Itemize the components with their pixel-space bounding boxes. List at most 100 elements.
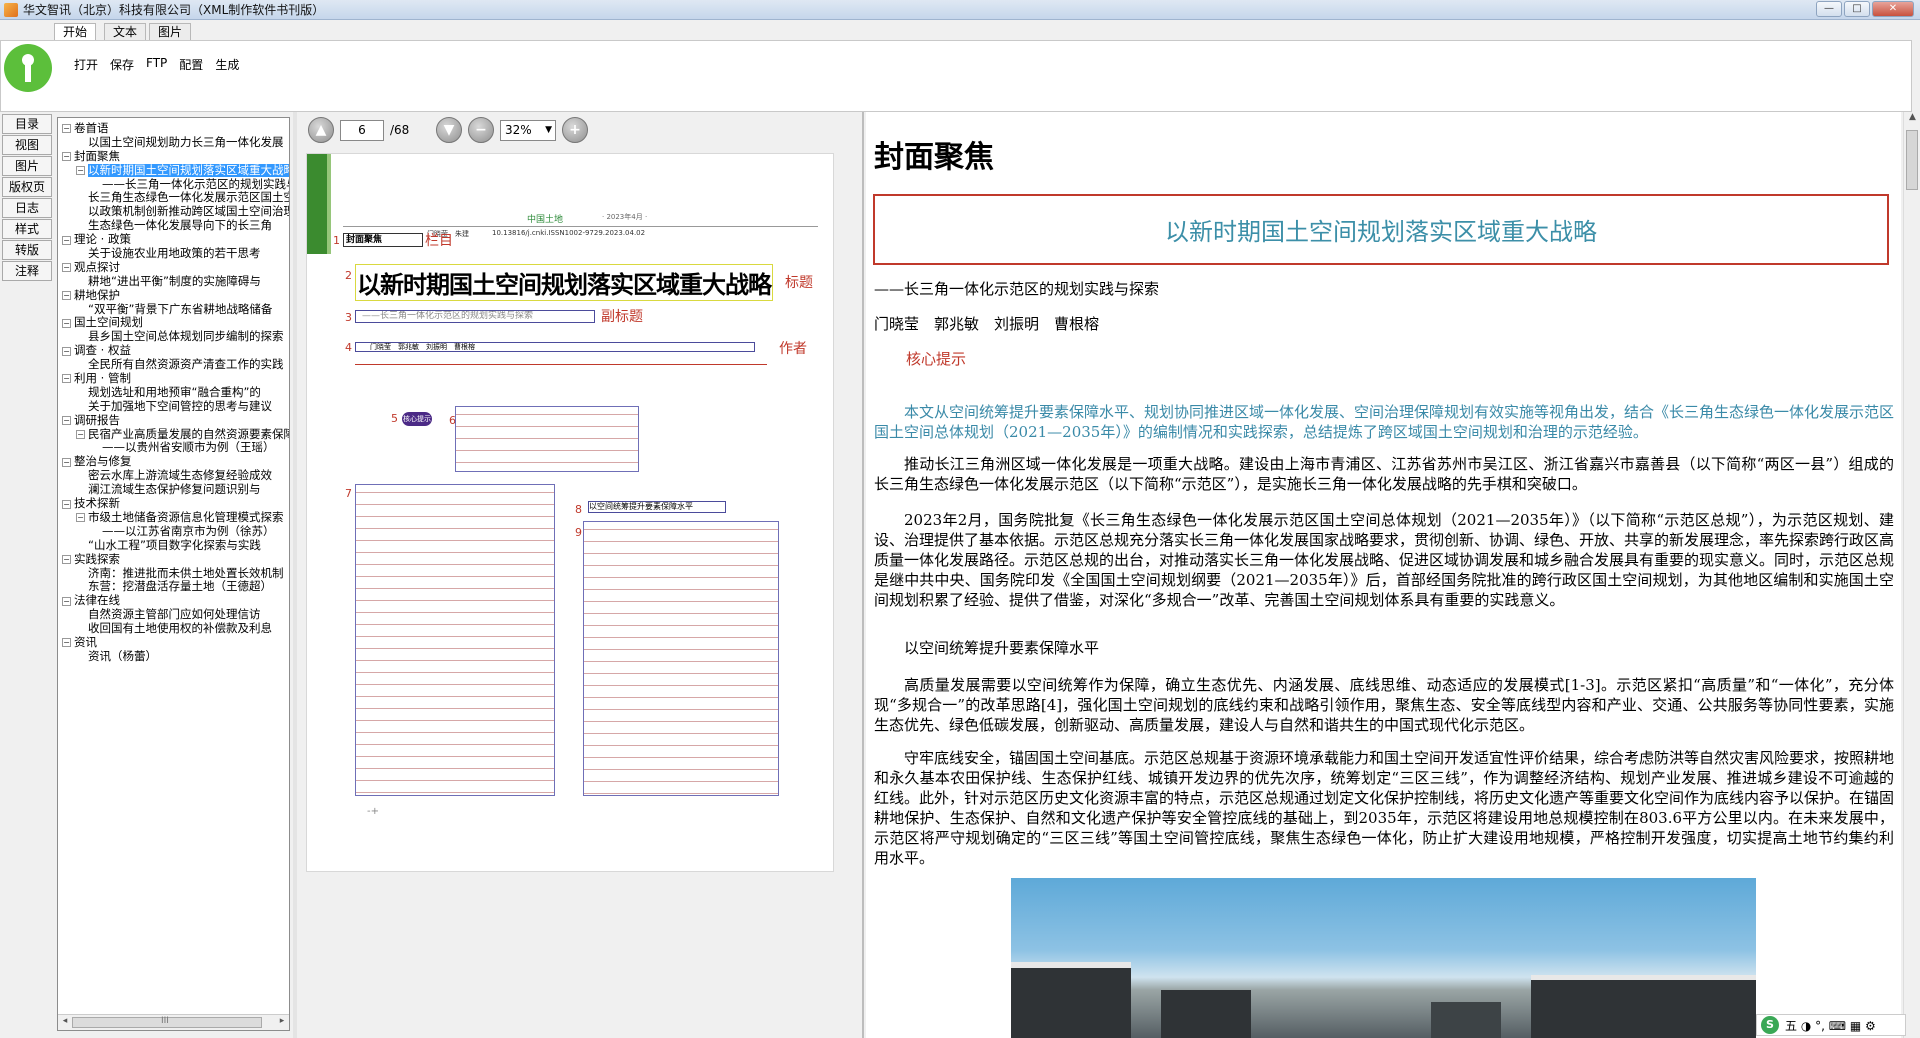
tree-node[interactable]: − 整治与修复 xyxy=(58,455,289,469)
tree-node[interactable]: “双平衡”背景下广东省耕地战略储备 xyxy=(58,303,289,317)
tree-horizontal-scrollbar[interactable]: ◂ III ▸ xyxy=(58,1014,289,1030)
tree-node[interactable]: 密云水库上游流域生态修复经验成效 xyxy=(58,469,289,483)
tab-image[interactable]: 图片 xyxy=(149,23,192,41)
tree-node[interactable]: − 调查 · 权益 xyxy=(58,344,289,358)
splitter[interactable] xyxy=(293,112,297,1038)
expand-toggle-icon[interactable]: − xyxy=(62,374,71,384)
abstract-block[interactable] xyxy=(455,406,639,472)
tree-node[interactable]: 自然资源主管部门应如何处理信访 xyxy=(58,608,289,622)
splitter[interactable] xyxy=(862,112,864,1038)
expand-toggle-icon[interactable]: − xyxy=(62,555,71,565)
page-number-input[interactable]: 6 xyxy=(340,119,384,141)
tree-node[interactable]: 生态绿色一体化发展导向下的长三角 xyxy=(58,219,289,233)
scroll-up-icon[interactable]: ▲ xyxy=(1904,112,1920,128)
tree-node[interactable]: − 资讯 xyxy=(58,636,289,650)
tree-node[interactable]: 关于加强地下空间管控的思考与建议 xyxy=(58,400,289,414)
zoom-in-button[interactable]: + xyxy=(562,117,588,143)
expand-toggle-icon[interactable]: − xyxy=(62,263,71,273)
config-button[interactable]: 配置 xyxy=(179,56,203,73)
zoom-select[interactable]: 32% ▼ xyxy=(500,119,556,141)
nav-images[interactable]: 图片 xyxy=(2,156,52,176)
tree-node[interactable]: − 民宿产业高质量发展的自然资源要素保障 xyxy=(58,428,289,442)
open-button[interactable]: 打开 xyxy=(74,56,98,73)
tree-node[interactable]: 资讯（杨蕾） xyxy=(58,650,289,664)
expand-toggle-icon[interactable]: − xyxy=(62,596,71,606)
expand-toggle-icon[interactable]: − xyxy=(62,346,71,356)
expand-toggle-icon[interactable]: − xyxy=(62,318,71,328)
expand-toggle-icon[interactable]: − xyxy=(62,499,71,509)
minimize-button[interactable]: — xyxy=(1816,1,1842,17)
section-heading-box[interactable]: 以空间统筹提升要素保障水平 xyxy=(588,501,726,513)
tree-node[interactable]: − 实践探索 xyxy=(58,553,289,567)
expand-toggle-icon[interactable]: − xyxy=(62,152,71,162)
nav-view[interactable]: 视图 xyxy=(2,135,52,155)
next-page-button[interactable]: ▼ xyxy=(436,117,462,143)
tree-node[interactable]: ——长三角一体化示范区的规划实践与探索 xyxy=(58,178,289,192)
expand-toggle-icon[interactable]: − xyxy=(62,235,71,245)
tree-node[interactable]: ——以江苏省南京市为例（徐苏） xyxy=(58,525,289,539)
save-button[interactable]: 保存 xyxy=(110,56,134,73)
scroll-thumb[interactable]: III xyxy=(72,1016,262,1028)
tree-node[interactable]: 县乡国土空间总体规划同步编制的探索 xyxy=(58,330,289,344)
tree-node[interactable]: − 市级土地储备资源信息化管理模式探索 xyxy=(58,511,289,525)
expand-toggle-icon[interactable]: − xyxy=(62,457,71,467)
tree-node[interactable]: − 调研报告 xyxy=(58,414,289,428)
pdf-page[interactable]: 中国土地 · 2023年4月 · 门晓莹 朱建 10.13816/j.cnki.… xyxy=(306,153,834,872)
expand-toggle-icon[interactable]: − xyxy=(62,291,71,301)
tree-node[interactable]: − 国土空间规划 xyxy=(58,316,289,330)
zoom-out-button[interactable]: − xyxy=(468,117,494,143)
ftp-button[interactable]: FTP xyxy=(146,56,167,73)
tree-node[interactable]: 东营：挖潜盘活存量土地（王德超） xyxy=(58,580,289,594)
generate-button[interactable]: 生成 xyxy=(215,56,239,73)
tree-node[interactable]: 耕地“进出平衡”制度的实施障碍与 xyxy=(58,275,289,289)
expand-toggle-icon[interactable]: − xyxy=(62,638,71,648)
column-frame[interactable]: 封面聚焦 xyxy=(343,233,423,247)
tree-node[interactable]: 以国土空间规划助力长三角一体化发展 xyxy=(58,136,289,150)
close-button[interactable]: ✕ xyxy=(1872,1,1914,17)
nav-toc[interactable]: 目录 xyxy=(2,114,52,134)
page-authors[interactable]: 门晓莹 郭兆敏 刘振明 曹根榕 xyxy=(355,342,755,352)
tree-node[interactable]: − 耕地保护 xyxy=(58,289,289,303)
tree-node[interactable]: − 封面聚焦 xyxy=(58,150,289,164)
tree-node[interactable]: − 理论 · 政策 xyxy=(58,233,289,247)
scroll-left-icon[interactable]: ◂ xyxy=(59,1016,71,1029)
page-subtitle[interactable]: ——长三角一体化示范区的规划实践与探索 xyxy=(355,310,595,323)
body-column-right[interactable] xyxy=(583,521,779,796)
maximize-button[interactable]: □ xyxy=(1844,1,1870,17)
nav-style[interactable]: 样式 xyxy=(2,219,52,239)
tree-node[interactable]: − 利用 · 管制 xyxy=(58,372,289,386)
expand-toggle-icon[interactable]: − xyxy=(76,166,85,176)
nav-notes[interactable]: 注释 xyxy=(2,261,52,281)
tree-node[interactable]: 澜江流域生态保护修复问题识别与 xyxy=(58,483,289,497)
tree-node[interactable]: − 以新时期国土空间规划落实区域重大战略 xyxy=(58,163,289,178)
tree-node[interactable]: 关于设施农业用地政策的若干思考 xyxy=(58,247,289,261)
body-column-left[interactable] xyxy=(355,484,555,796)
scroll-thumb[interactable] xyxy=(1906,130,1918,190)
tree-node[interactable]: “山水工程”项目数字化探索与实践 xyxy=(58,539,289,553)
tree-node[interactable]: 济南：推进批而未供土地处置长效机制 xyxy=(58,567,289,581)
nav-convert[interactable]: 转版 xyxy=(2,240,52,260)
content-vertical-scrollbar[interactable]: ▲ xyxy=(1903,112,1920,1038)
scroll-right-icon[interactable]: ▸ xyxy=(276,1016,288,1029)
tree-node[interactable]: 以政策机制创新推动跨区域国土空间治理 xyxy=(58,205,289,219)
tree-node[interactable]: 长三角生态绿色一体化发展示范区国土空间总体规划 xyxy=(58,191,289,205)
tree-node[interactable]: 收回国有土地使用权的补偿款及利息 xyxy=(58,622,289,636)
tree-node[interactable]: − 卷首语 xyxy=(58,122,289,136)
article-title-box[interactable]: 以新时期国土空间规划落实区域重大战略 xyxy=(873,194,1889,265)
prev-page-button[interactable]: ▲ xyxy=(308,117,334,143)
tree-node[interactable]: − 观点探讨 xyxy=(58,261,289,275)
tree-node[interactable]: ——以贵州省安顺市为例（王瑶） xyxy=(58,441,289,455)
tree-node[interactable]: − 技术探新 xyxy=(58,497,289,511)
expand-toggle-icon[interactable]: − xyxy=(76,513,85,523)
expand-toggle-icon[interactable]: − xyxy=(62,124,71,134)
nav-log[interactable]: 日志 xyxy=(2,198,52,218)
tab-text[interactable]: 文本 xyxy=(104,23,147,41)
nav-copyright[interactable]: 版权页 xyxy=(2,177,52,197)
expand-toggle-icon[interactable]: − xyxy=(62,416,71,426)
ime-toolbar[interactable]: S 五 ◑ °, ⌨ ▦ ⚙ xyxy=(1756,1014,1906,1036)
tree-node[interactable]: 规划选址和用地预审“融合重构”的 xyxy=(58,386,289,400)
tree-node[interactable]: − 法律在线 xyxy=(58,594,289,608)
expand-toggle-icon[interactable]: − xyxy=(76,430,85,440)
core-badge[interactable]: 核心提示 xyxy=(402,412,432,426)
page-big-title[interactable]: 以新时期国土空间规划落实区域重大战略 xyxy=(355,264,773,301)
